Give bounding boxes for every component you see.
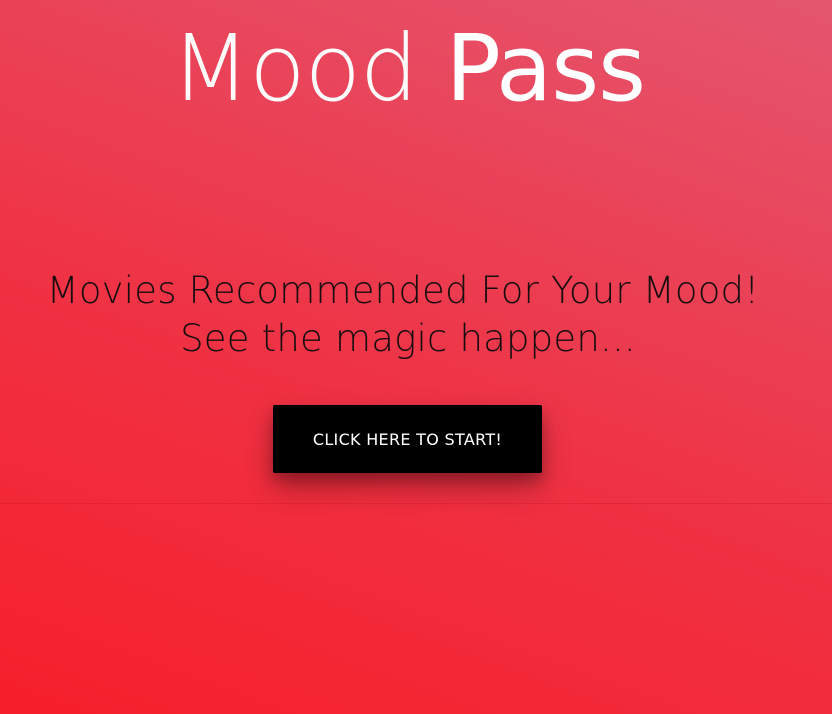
- brand-title-light: Mood: [170, 15, 446, 122]
- start-button[interactable]: CLICK HERE TO START!: [273, 405, 542, 473]
- tagline-primary: Movies Recommended For Your Mood!: [46, 269, 760, 312]
- tagline-secondary: See the magic happen...: [180, 317, 636, 360]
- landing-page: Mood Pass Movies Recommended For Your Mo…: [0, 0, 832, 714]
- section-divider: [0, 503, 832, 504]
- brand-title-bold: Pass: [445, 15, 647, 122]
- brand-title: Mood Pass: [0, 14, 816, 124]
